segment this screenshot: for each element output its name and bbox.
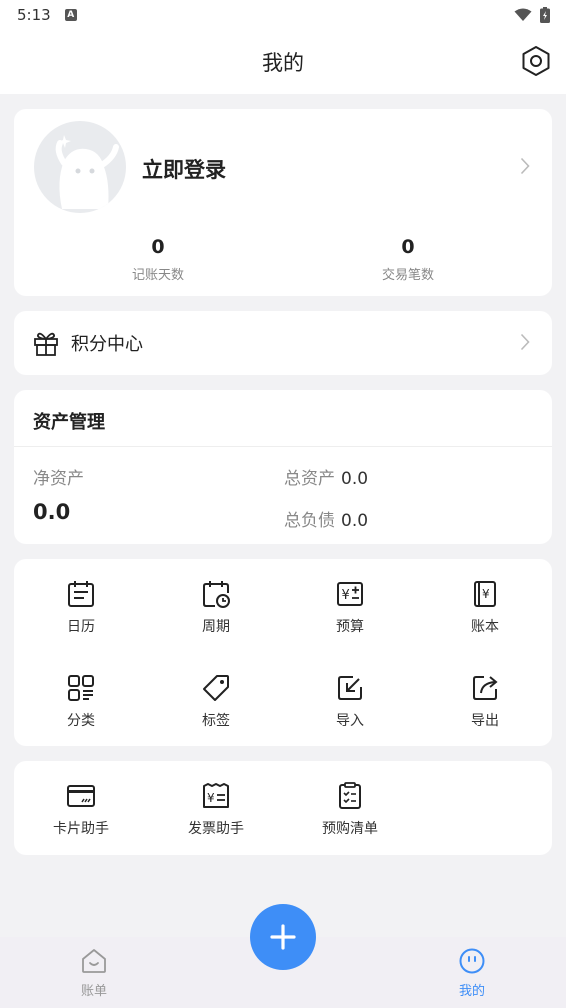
gift-icon [34, 332, 58, 356]
tool-import[interactable]: 导入 [300, 673, 400, 730]
helper-label: 预购清单 [322, 821, 378, 837]
tab-bills[interactable]: 账单 [64, 947, 124, 999]
ghost-avatar-icon [55, 135, 119, 209]
settings-button[interactable] [520, 44, 552, 78]
avatar[interactable] [34, 121, 126, 213]
total-debt-label: 总负债 [284, 511, 335, 531]
total-assets-value: 0.0 [341, 469, 369, 489]
plus-icon [270, 924, 296, 950]
tool-ledger[interactable]: ¥ 账本 [435, 579, 535, 636]
category-icon [68, 675, 94, 701]
checklist-icon [339, 782, 361, 809]
tab-label: 账单 [80, 984, 107, 999]
ledger-icon: ¥ [474, 581, 496, 607]
tool-calendar[interactable]: 日历 [31, 579, 131, 636]
total-debt: 总负债 0.0 [284, 506, 368, 531]
total-assets-label: 总资产 [284, 469, 335, 489]
calendar-icon [68, 581, 94, 607]
login-link[interactable]: 立即登录 [142, 154, 226, 184]
tool-label: 周期 [202, 619, 230, 635]
tool-category[interactable]: 分类 [31, 673, 131, 730]
tool-label: 预算 [336, 619, 364, 635]
status-right [514, 7, 550, 23]
tool-label: 账本 [471, 619, 499, 635]
tab-label: 我的 [458, 984, 485, 999]
points-center-label: 积分中心 [71, 334, 143, 355]
helper-label: 卡片助手 [53, 821, 109, 837]
settings-hexagon-icon [522, 46, 550, 76]
points-center-row[interactable]: 积分中心 [14, 311, 552, 375]
page-title: 我的 [262, 51, 304, 75]
cycle-icon [203, 581, 230, 608]
battery-icon [540, 7, 550, 23]
tool-budget[interactable]: ¥ 预算 [300, 579, 400, 636]
invoice-icon: ¥ [203, 783, 229, 808]
helper-card-assistant[interactable]: 卡片助手 [31, 781, 131, 838]
tool-tag[interactable]: 标签 [166, 673, 266, 730]
asset-management-card[interactable]: 资产管理 净资产 0.0 总资产 0.0 总负债 0.0 [14, 390, 552, 544]
page-header: 我的 [0, 30, 566, 94]
net-assets-value: 0.0 [33, 500, 71, 524]
svg-text:¥: ¥ [342, 588, 350, 603]
helper-invoice-assistant[interactable]: ¥ 发票助手 [166, 781, 266, 838]
add-record-button[interactable] [250, 904, 316, 970]
total-assets: 总资产 0.0 [284, 464, 368, 489]
stat-transactions: 0 交易笔数 [333, 236, 483, 283]
tool-label: 导入 [336, 713, 364, 729]
face-icon [459, 948, 485, 974]
svg-text:¥: ¥ [207, 791, 215, 805]
status-bar: 5:13 A [0, 0, 566, 30]
svg-text:¥: ¥ [482, 587, 490, 601]
budget-icon: ¥ [337, 582, 363, 606]
total-debt-value: 0.0 [341, 511, 369, 531]
helpers-grid: 卡片助手 ¥ 发票助手 预购清单 [14, 761, 552, 855]
export-icon [473, 676, 498, 700]
helper-preorder-list[interactable]: 预购清单 [300, 781, 400, 838]
stat-record-days: 0 记账天数 [83, 236, 233, 283]
tool-export[interactable]: 导出 [435, 673, 535, 730]
card-icon [67, 785, 95, 807]
chevron-right-icon[interactable] [520, 157, 530, 175]
wifi-icon [514, 8, 532, 21]
stat-label: 交易笔数 [381, 268, 434, 283]
stat-value: 0 [401, 236, 415, 258]
import-icon [338, 676, 362, 700]
divider [14, 446, 552, 447]
asset-title: 资产管理 [33, 412, 105, 433]
chevron-right-icon [520, 333, 530, 351]
tab-mine[interactable]: 我的 [442, 947, 502, 999]
notification-badge: A [64, 9, 77, 21]
tool-label: 日历 [67, 619, 95, 635]
home-icon [82, 949, 106, 973]
stat-value: 0 [151, 236, 165, 258]
tag-icon [203, 675, 229, 701]
stat-label: 记账天数 [131, 268, 184, 283]
tool-label: 分类 [67, 713, 95, 729]
profile-card: 立即登录 0 记账天数 0 交易笔数 [14, 109, 552, 296]
tool-label: 标签 [202, 713, 230, 729]
helper-label: 发票助手 [188, 821, 244, 837]
net-assets-label: 净资产 [33, 469, 84, 489]
tool-cycle[interactable]: 周期 [166, 579, 266, 636]
tools-grid: 日历 周期 ¥ 预算 ¥ 账本 分类 标签 导入 导出 [14, 559, 552, 746]
tool-label: 导出 [471, 713, 499, 729]
status-time: 5:13 [17, 6, 51, 24]
